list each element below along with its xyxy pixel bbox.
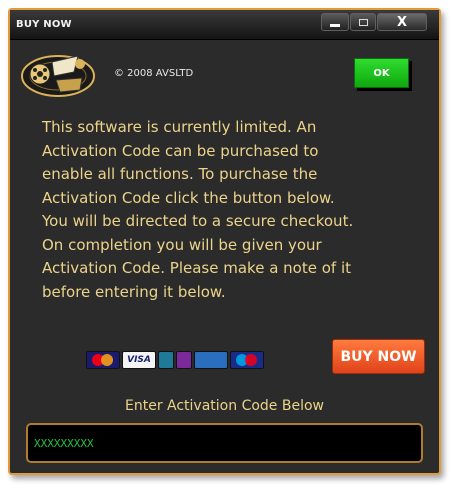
activation-message: This software is currently limited. An A… bbox=[42, 116, 426, 304]
message-line: Activation Code can be purchased to bbox=[42, 141, 319, 160]
message-line: You will be directed to a secure checkou… bbox=[42, 212, 354, 230]
message-line: This software is currently limited. An bbox=[42, 118, 317, 136]
visa-icon: VISA bbox=[122, 351, 156, 369]
activation-code-input[interactable] bbox=[26, 423, 423, 463]
payment-cards: VISA bbox=[86, 350, 264, 370]
copyright-text: © 2008 AVSLTD bbox=[114, 68, 194, 79]
avs-logo-icon bbox=[21, 55, 95, 97]
message-line: Activation Code. Please make a note of i… bbox=[42, 259, 351, 277]
mastercard-icon bbox=[86, 351, 120, 369]
maximize-button[interactable] bbox=[350, 13, 376, 31]
buy-now-window: BUY NOW X © 2008 AVSLTD OK This software… bbox=[8, 8, 441, 475]
message-line: before entering it below. bbox=[42, 282, 226, 301]
jcb-icon bbox=[158, 351, 174, 369]
window-title: BUY NOW bbox=[16, 19, 72, 30]
visa-text: VISA bbox=[127, 355, 151, 365]
message-line: Activation Code click the button below. bbox=[42, 188, 335, 207]
ok-button[interactable]: OK bbox=[354, 58, 409, 88]
activation-code-label: Enter Activation Code Below bbox=[125, 398, 324, 414]
title-bar[interactable]: BUY NOW X bbox=[10, 10, 439, 40]
minimize-button[interactable] bbox=[321, 13, 349, 31]
visa-electron-icon bbox=[194, 351, 228, 369]
minimize-icon bbox=[330, 23, 340, 27]
maximize-icon bbox=[358, 18, 368, 26]
buy-now-button[interactable]: BUY NOW bbox=[332, 339, 425, 374]
close-button[interactable]: X bbox=[377, 13, 427, 31]
maestro-icon bbox=[230, 351, 264, 369]
close-icon: X bbox=[396, 14, 408, 30]
solo-icon bbox=[176, 351, 192, 369]
message-line: enable all functions. To purchase the bbox=[42, 165, 318, 183]
message-line: On completion you will be given your bbox=[42, 235, 322, 254]
